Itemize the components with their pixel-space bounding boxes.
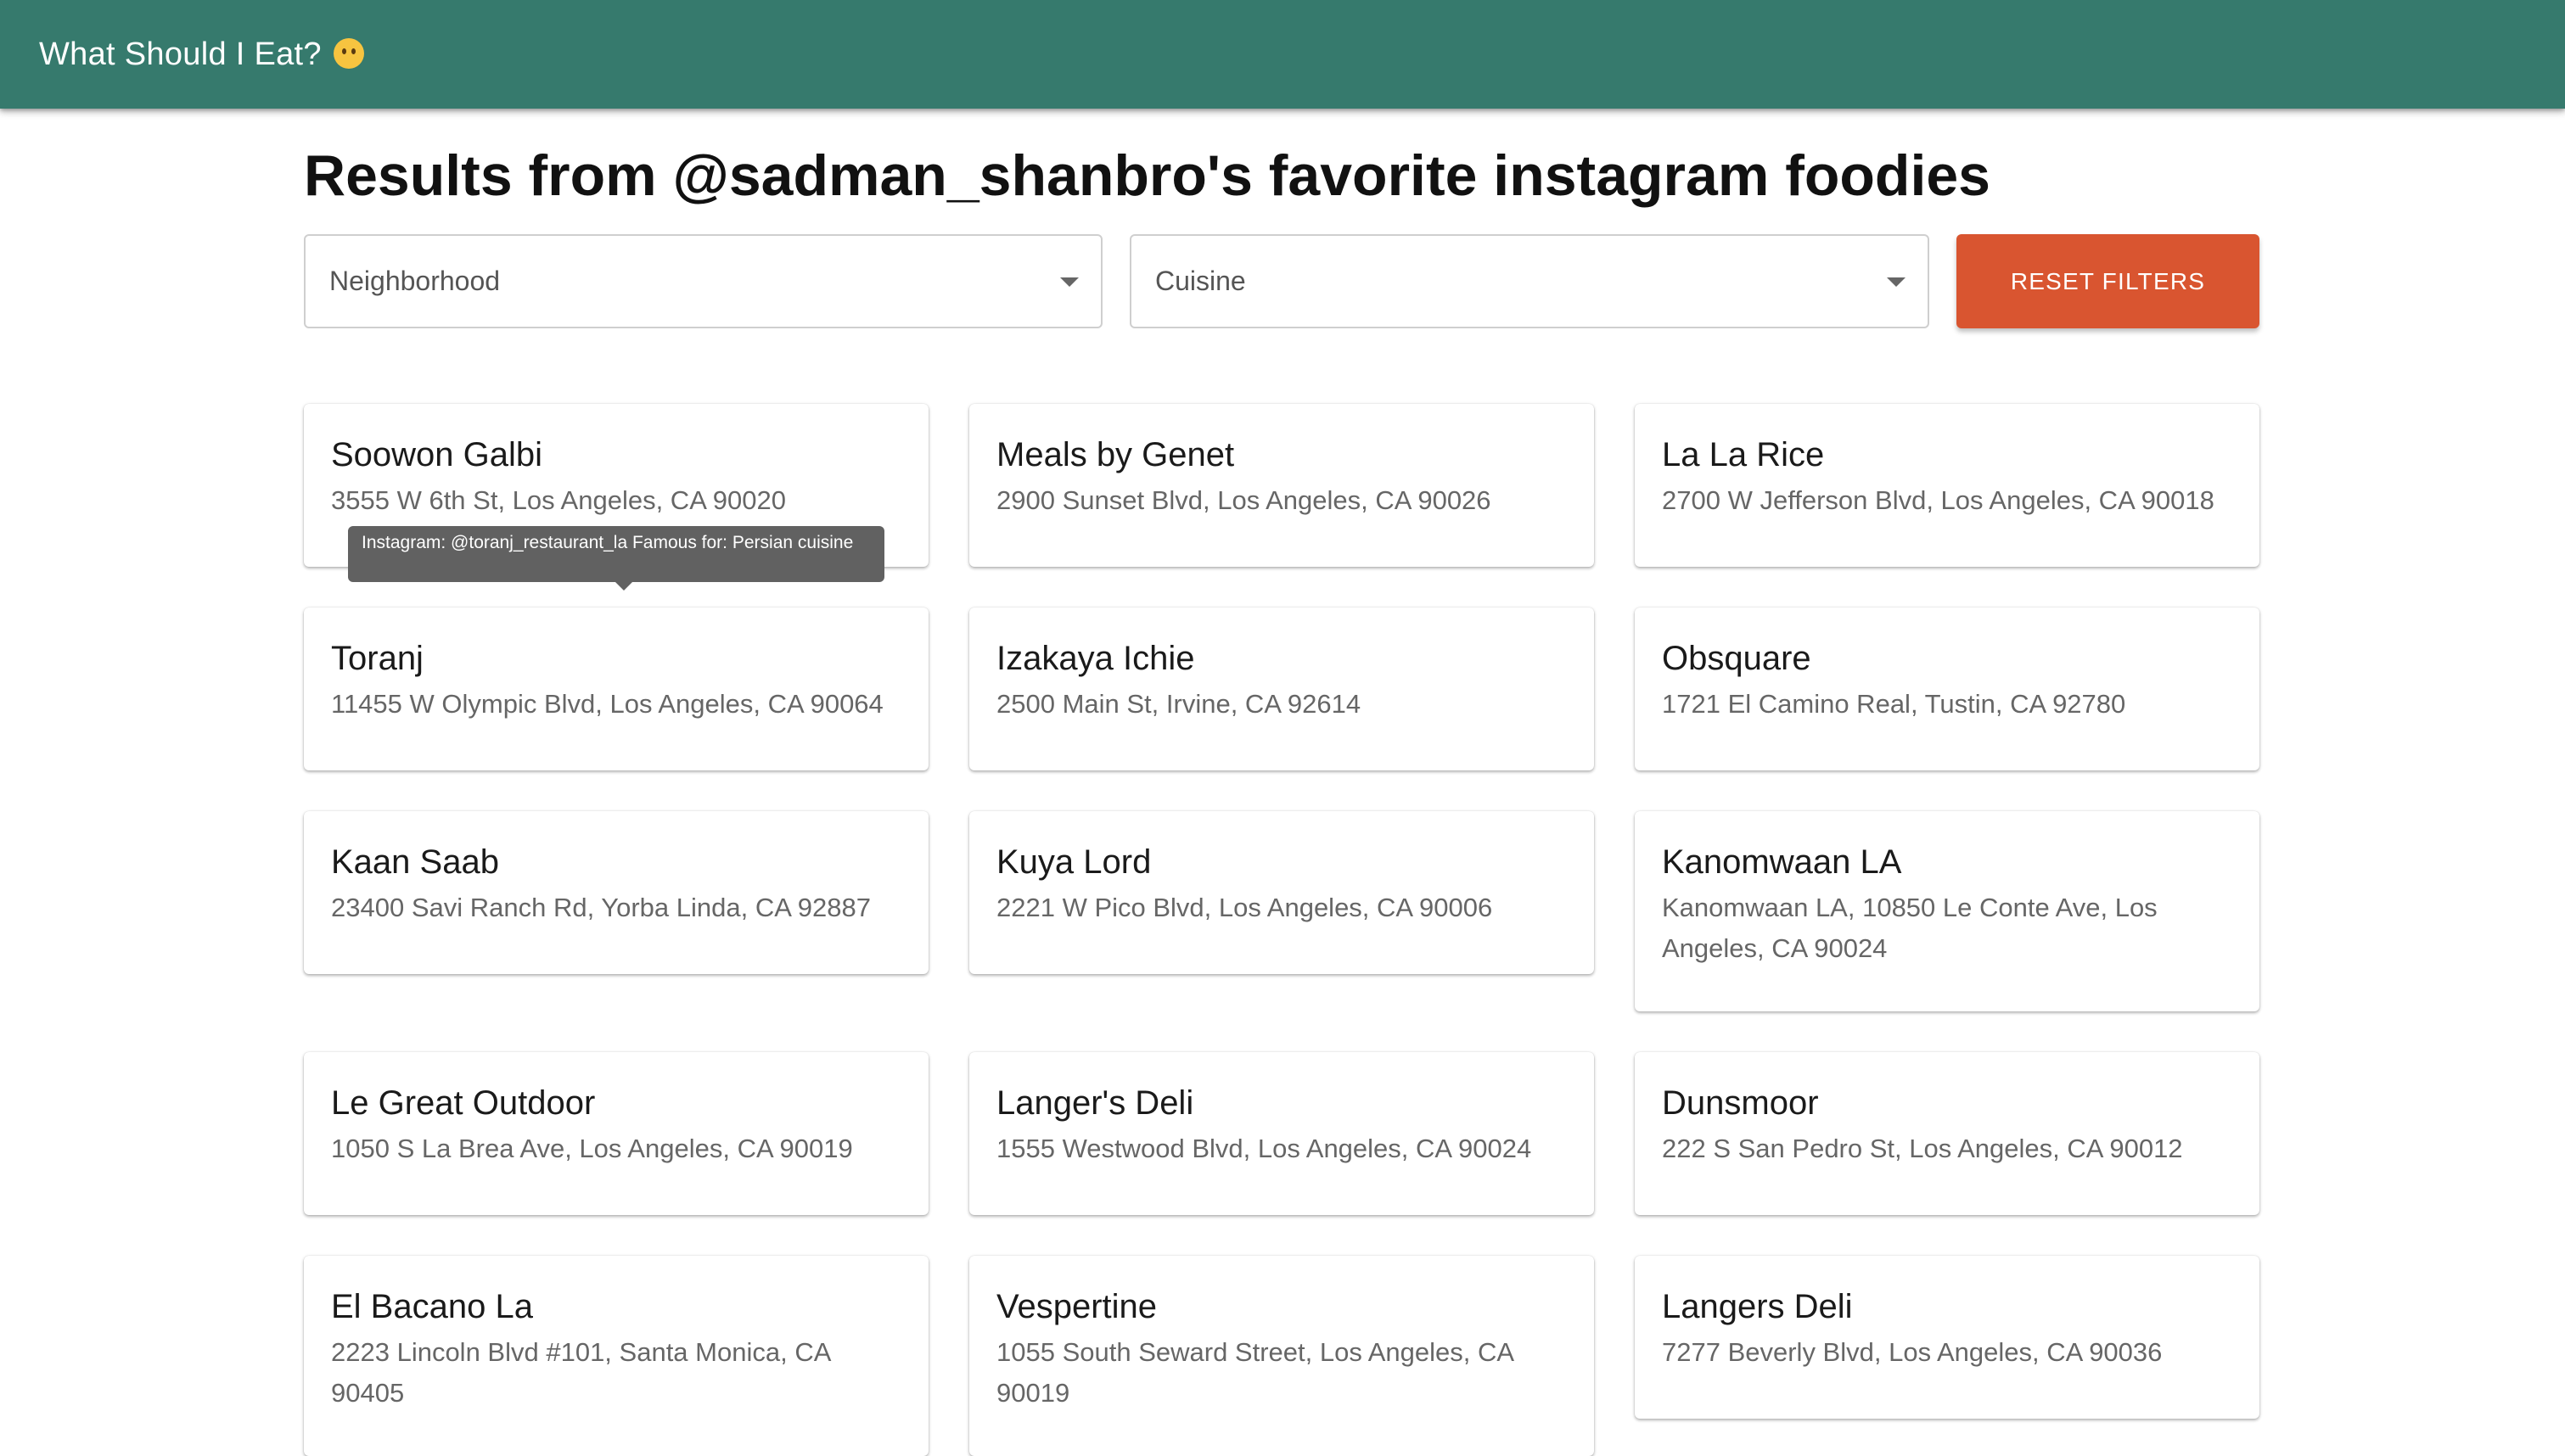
restaurant-card[interactable]: Vespertine 1055 South Seward Street, Los … xyxy=(969,1256,1594,1456)
app-bar: What Should I Eat? xyxy=(0,0,2565,109)
restaurant-address: 1721 El Camino Real, Tustin, CA 92780 xyxy=(1662,689,2126,719)
restaurant-address: 3555 W 6th St, Los Angeles, CA 90020 xyxy=(331,485,786,515)
app-title-text: What Should I Eat? xyxy=(39,36,322,72)
restaurant-address: 2223 Lincoln Blvd #101, Santa Monica, CA… xyxy=(331,1337,830,1408)
restaurant-card[interactable]: Dunsmoor 222 S San Pedro St, Los Angeles,… xyxy=(1635,1052,2259,1215)
restaurant-card[interactable]: Kanomwaan LA Kanomwaan LA, 10850 Le Conte… xyxy=(1635,811,2259,1011)
restaurant-name: Toranj xyxy=(331,640,424,677)
restaurant-card[interactable]: Meals by Genet 2900 Sunset Blvd, Los Ange… xyxy=(969,404,1594,567)
neighborhood-select-label: Neighborhood xyxy=(329,266,501,296)
restaurant-card[interactable]: El Bacano La 2223 Lincoln Blvd #101, Sant… xyxy=(304,1256,929,1456)
restaurant-name: La La Rice xyxy=(1662,436,1825,473)
cuisine-select-label: Cuisine xyxy=(1155,266,1246,296)
restaurant-address: 2900 Sunset Blvd, Los Angeles, CA 90026 xyxy=(996,485,1491,515)
restaurant-name: Izakaya Ichie xyxy=(996,640,1195,677)
restaurant-name: El Bacano La xyxy=(331,1288,533,1325)
restaurant-name: Kaan Saab xyxy=(331,843,499,881)
restaurant-address: 222 S San Pedro St, Los Angeles, CA 9001… xyxy=(1662,1134,2183,1163)
restaurant-card[interactable]: Kaan Saab 23400 Savi Ranch Rd, Yorba Lind… xyxy=(304,811,929,974)
reset-filters-button[interactable]: RESET FILTERS xyxy=(1956,234,2259,328)
restaurant-card[interactable]: Kuya Lord 2221 W Pico Blvd, Los Angeles, … xyxy=(969,811,1594,974)
restaurant-card[interactable]: Langers Deli 7277 Beverly Blvd, Los Angel… xyxy=(1635,1256,2259,1419)
restaurant-card[interactable]: Toranj 11455 W Olympic Blvd, Los Angeles,… xyxy=(304,608,929,770)
chevron-down-icon xyxy=(1887,277,1906,287)
restaurant-name: Le Great Outdoor xyxy=(331,1084,596,1122)
restaurant-name: Kanomwaan LA xyxy=(1662,843,1902,881)
restaurant-name: Vespertine xyxy=(996,1288,1158,1325)
restaurant-card[interactable]: Langer's Deli 1555 Westwood Blvd, Los Ang… xyxy=(969,1052,1594,1215)
restaurant-address: 1055 South Seward Street, Los Angeles, C… xyxy=(996,1337,1513,1408)
restaurant-address: 2700 W Jefferson Blvd, Los Angeles, CA 9… xyxy=(1662,485,2214,515)
restaurant-tooltip: Instagram: @toranj_restaurant_la Famous … xyxy=(348,526,884,591)
restaurant-address: 1050 S La Brea Ave, Los Angeles, CA 9001… xyxy=(331,1134,853,1163)
restaurant-address: 1555 Westwood Blvd, Los Angeles, CA 9002… xyxy=(996,1134,1532,1163)
thinking-face-icon xyxy=(333,37,364,69)
restaurant-address: 7277 Beverly Blvd, Los Angeles, CA 90036 xyxy=(1662,1337,2163,1367)
app-title[interactable]: What Should I Eat? xyxy=(39,36,364,73)
restaurant-name: Langers Deli xyxy=(1662,1288,1853,1325)
neighborhood-select[interactable]: Neighborhood xyxy=(304,234,1103,328)
restaurant-name: Meals by Genet xyxy=(996,436,1235,473)
restaurant-name: Kuya Lord xyxy=(996,843,1152,881)
restaurant-card[interactable]: Obsquare 1721 El Camino Real, Tustin, CA … xyxy=(1635,608,2259,770)
page-title: Results from @sadman_shanbro's favorite … xyxy=(304,143,1990,208)
restaurant-address: 23400 Savi Ranch Rd, Yorba Linda, CA 928… xyxy=(331,893,871,922)
restaurant-address: Kanomwaan LA, 10850 Le Conte Ave, Los An… xyxy=(1662,893,2158,963)
restaurant-name: Langer's Deli xyxy=(996,1084,1194,1122)
restaurant-address: 11455 W Olympic Blvd, Los Angeles, CA 90… xyxy=(331,689,884,719)
restaurant-card[interactable]: Izakaya Ichie 2500 Main St, Irvine, CA 92… xyxy=(969,608,1594,770)
restaurant-card[interactable]: Le Great Outdoor 1050 S La Brea Ave, Los … xyxy=(304,1052,929,1215)
restaurant-address: 2500 Main St, Irvine, CA 92614 xyxy=(996,689,1361,719)
restaurant-card[interactable]: La La Rice 2700 W Jefferson Blvd, Los Ang… xyxy=(1635,404,2259,567)
restaurant-name: Obsquare xyxy=(1662,640,1811,677)
restaurant-name: Dunsmoor xyxy=(1662,1084,1819,1122)
chevron-down-icon xyxy=(1060,277,1079,287)
restaurant-address: 2221 W Pico Blvd, Los Angeles, CA 90006 xyxy=(996,893,1493,922)
restaurant-name: Soowon Galbi xyxy=(331,436,543,473)
cuisine-select[interactable]: Cuisine xyxy=(1130,234,1929,328)
